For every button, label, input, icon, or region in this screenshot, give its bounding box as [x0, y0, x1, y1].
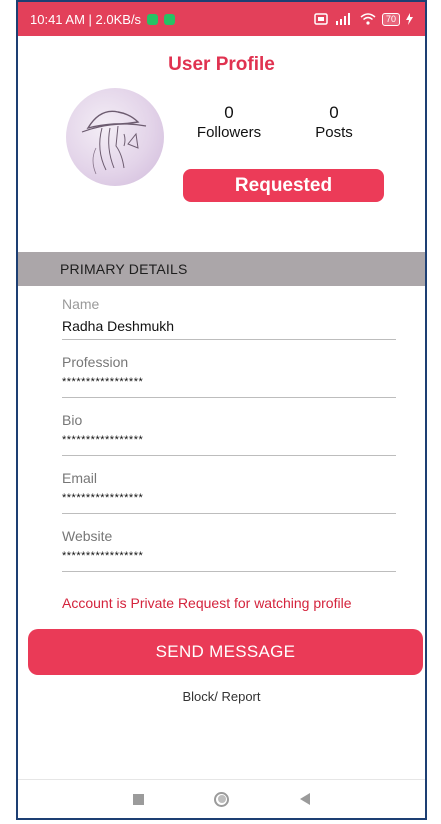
- profile-summary: 0 Followers 0 Posts Requested: [18, 76, 425, 214]
- field-value: *****************: [62, 550, 144, 562]
- home-icon[interactable]: [214, 791, 230, 807]
- signal-icon: [335, 13, 350, 25]
- avatar[interactable]: [66, 88, 164, 186]
- posts-stat[interactable]: 0 Posts: [304, 103, 364, 142]
- posts-count: 0: [329, 103, 339, 122]
- charging-icon: [406, 13, 413, 25]
- wifi-icon: [360, 13, 376, 25]
- field-label: Email: [62, 470, 98, 486]
- page-title: User Profile: [168, 54, 275, 75]
- bio-field: Bio *****************: [62, 412, 396, 456]
- field-value: *****************: [62, 492, 144, 504]
- notification-icon: [164, 13, 176, 25]
- field-label: Website: [62, 528, 113, 544]
- followers-label: Followers: [196, 124, 262, 141]
- field-label: Profession: [62, 354, 129, 370]
- section-header-primary-details: PRIMARY DETAILS: [18, 252, 425, 286]
- field-label: Bio: [62, 412, 83, 428]
- website-field: Website *****************: [62, 528, 396, 572]
- requested-button[interactable]: Requested: [183, 169, 384, 202]
- name-field: Name Radha Deshmukh: [62, 296, 396, 340]
- profession-field: Profession *****************: [62, 354, 396, 398]
- details-list: Name Radha Deshmukh Profession *********…: [18, 296, 425, 572]
- sim-icon: [314, 13, 328, 25]
- notification-icon: [147, 13, 159, 25]
- email-field: Email *****************: [62, 470, 396, 514]
- followers-count: 0: [224, 103, 234, 122]
- field-value: *****************: [62, 434, 144, 446]
- phone-screen: 10:41 AM | 2.0KB/s 70 User Profile 0 Fol…: [16, 0, 427, 820]
- status-time: 10:41 AM | 2.0KB/s: [30, 11, 142, 27]
- block-report-link[interactable]: Block/ Report: [18, 689, 425, 704]
- followers-stat[interactable]: 0 Followers: [192, 103, 266, 142]
- field-value: Radha Deshmukh: [62, 318, 175, 334]
- status-bar: 10:41 AM | 2.0KB/s 70: [18, 2, 425, 36]
- system-nav-bar: [18, 779, 425, 818]
- battery-icon: 70: [381, 12, 400, 26]
- back-icon[interactable]: [299, 793, 310, 805]
- field-value: *****************: [62, 376, 144, 388]
- recent-apps-icon[interactable]: [133, 793, 145, 805]
- private-account-notice: Account is Private Request for watching …: [62, 595, 352, 611]
- posts-label: Posts: [315, 124, 353, 141]
- avatar-illustration: [81, 110, 147, 175]
- field-label: Name: [62, 296, 100, 312]
- send-message-button[interactable]: SEND MESSAGE: [28, 629, 423, 675]
